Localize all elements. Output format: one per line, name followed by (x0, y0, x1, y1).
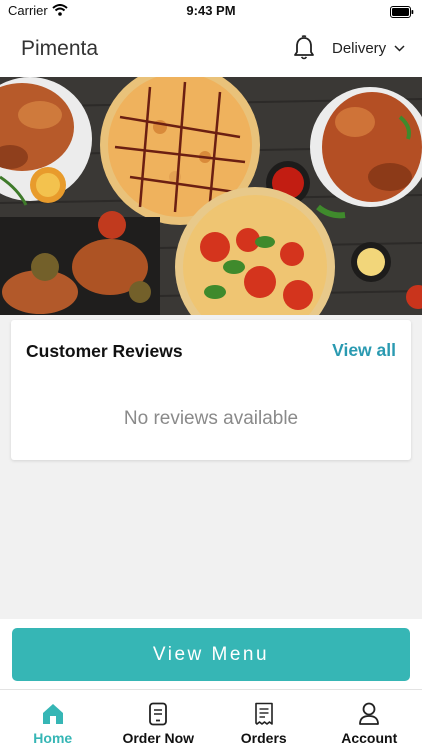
tab-account-label: Account (341, 730, 398, 746)
battery-icon (390, 5, 414, 23)
status-bar: Carrier 9:43 PM (0, 0, 422, 22)
tab-home-label: Home (33, 730, 73, 746)
tab-orders[interactable]: Orders (211, 690, 317, 750)
order-now-icon (148, 702, 168, 731)
tab-order-now[interactable]: Order Now (106, 690, 212, 750)
delivery-selector[interactable]: Delivery (332, 40, 405, 57)
tab-order-now-label: Order Now (122, 730, 195, 746)
delivery-label: Delivery (332, 40, 387, 57)
tab-orders-label: Orders (240, 730, 287, 746)
chevron-down-icon (394, 45, 405, 52)
bottom-tab-bar: Home Order Now Orders Account (0, 689, 422, 750)
reviews-title: Customer Reviews (26, 341, 183, 361)
status-time: 9:43 PM (186, 3, 236, 18)
food-banner-image (0, 77, 422, 315)
view-menu-button[interactable]: View Menu (12, 628, 410, 681)
app-title: Pimenta (21, 37, 99, 60)
view-all-reviews-link[interactable]: View all (332, 340, 396, 361)
bell-icon[interactable] (292, 35, 316, 66)
tab-home[interactable]: Home (0, 690, 106, 750)
customer-reviews-card: Customer Reviews View all No reviews ava… (11, 320, 411, 460)
home-icon (41, 702, 65, 731)
orders-receipt-icon (254, 702, 274, 731)
account-icon (358, 702, 380, 731)
no-reviews-message: No reviews available (123, 408, 299, 429)
menu-cta-area: View Menu (0, 619, 422, 689)
app-header: Pimenta Delivery (0, 22, 422, 77)
tab-account[interactable]: Account (317, 690, 422, 750)
